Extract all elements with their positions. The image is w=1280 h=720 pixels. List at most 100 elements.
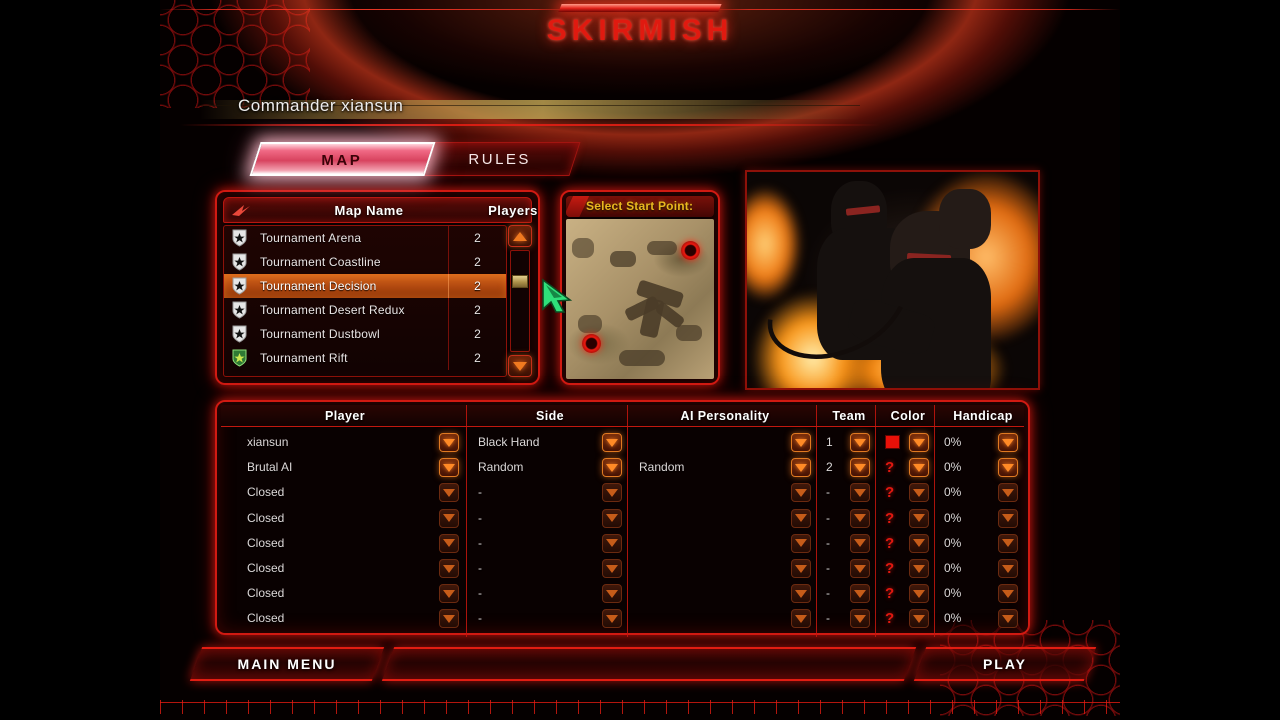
color-dropdown-button[interactable] [909,533,929,553]
player-cell-ai [639,480,793,505]
player-row[interactable]: Closed - -? 0% [221,506,1024,531]
scrollbar-thumb[interactable] [512,275,528,288]
ai-dropdown-button[interactable] [791,483,811,503]
scrollbar-track[interactable] [510,250,530,352]
player-row[interactable]: Closed - -? 0% [221,606,1024,631]
ai-dropdown-button[interactable] [791,559,811,578]
player-dropdown-button[interactable] [439,609,459,629]
handicap-dropdown-button[interactable] [998,458,1018,478]
chevron-down-icon [854,438,866,447]
ai-dropdown-button[interactable] [791,508,811,528]
team-dropdown-button[interactable] [850,508,870,528]
map-list-item[interactable]: Tournament Dustbowl 2 [224,322,506,346]
chevron-down-icon [913,589,925,598]
handicap-dropdown-button[interactable] [998,559,1018,578]
side-dropdown-button[interactable] [602,433,622,452]
team-dropdown-button[interactable] [850,533,870,553]
play-button[interactable]: PLAY [920,647,1090,681]
tab-rules[interactable]: RULES [419,142,581,176]
start-point-header: Select Start Point: [566,196,714,217]
player-cell-ai [639,556,793,581]
player-row[interactable]: Brutal AI Random Random 2? 0% [221,455,1024,480]
map-list-item[interactable]: Tournament Arena 2 [224,226,506,250]
player-cell-player: Brutal AI [247,460,293,475]
main-menu-button[interactable]: MAIN MENU [196,647,378,681]
map-list-scrollbar[interactable] [508,225,532,377]
side-dropdown-button[interactable] [602,483,622,503]
map-item-name: Tournament Desert Redux [260,303,405,317]
player-row[interactable]: Closed - -? 0% [221,556,1024,581]
handicap-dropdown-button[interactable] [998,433,1018,452]
color-dropdown-button[interactable] [909,559,929,578]
letterbox-right [1120,0,1280,720]
player-row[interactable]: xiansun Black Hand 1 0% [221,430,1024,455]
chevron-down-icon [443,488,455,497]
start-point-marker-2[interactable] [582,334,602,354]
map-item-players: 2 [448,274,506,298]
map-list-item[interactable]: Tournament Coastline 2 [224,250,506,274]
handicap-dropdown-button[interactable] [998,584,1018,604]
player-row[interactable]: Closed - -? 0% [221,480,1024,505]
scroll-down-icon[interactable] [508,355,532,377]
team-dropdown-button[interactable] [850,609,870,629]
shield-star-icon [224,229,254,247]
chevron-down-icon [795,539,807,548]
player-row[interactable]: Closed - -? 0% [221,531,1024,556]
player-dropdown-button[interactable] [439,559,459,578]
team-dropdown-button[interactable] [850,458,870,478]
map-preview[interactable] [566,219,714,379]
player-dropdown-button[interactable] [439,433,459,452]
map-list-item[interactable]: Tournament Desert Redux 2 [224,298,506,322]
color-dropdown-button[interactable] [909,508,929,528]
player-row[interactable]: Closed - -? 0% [221,581,1024,606]
scroll-up-icon[interactable] [508,225,532,247]
team-dropdown-button[interactable] [850,433,870,452]
side-dropdown-button[interactable] [602,584,622,604]
player-cell-team: - [826,586,830,601]
handicap-dropdown-button[interactable] [998,609,1018,629]
side-dropdown-button[interactable] [602,458,622,478]
side-dropdown-button[interactable] [602,533,622,553]
chevron-down-icon [795,589,807,598]
color-dropdown-button[interactable] [909,433,929,452]
team-dropdown-button[interactable] [850,584,870,604]
map-list[interactable]: Tournament Arena 2 Tournament Coastline 2 To… [223,225,507,377]
chevron-down-icon [606,564,618,573]
ai-dropdown-button[interactable] [791,533,811,553]
map-col-name: Map Name [334,203,404,218]
ai-dropdown-button[interactable] [791,584,811,604]
side-dropdown-button[interactable] [602,609,622,629]
handicap-dropdown-button[interactable] [998,533,1018,553]
handicap-dropdown-button[interactable] [998,483,1018,503]
color-dropdown-button[interactable] [909,609,929,629]
color-dropdown-button[interactable] [909,483,929,503]
player-dropdown-button[interactable] [439,483,459,503]
team-dropdown-button[interactable] [850,559,870,578]
team-dropdown-button[interactable] [850,483,870,503]
player-dropdown-button[interactable] [439,458,459,478]
chevron-down-icon [854,514,866,523]
start-point-marker-1[interactable] [681,241,701,261]
ai-dropdown-button[interactable] [791,609,811,629]
color-dropdown-button[interactable] [909,584,929,604]
player-dropdown-button[interactable] [439,584,459,604]
chevron-down-icon [795,564,807,573]
map-list-item[interactable]: Tournament Rift 2 [224,346,506,370]
commander-name: Commander xiansun [238,96,404,115]
player-dropdown-button[interactable] [439,508,459,528]
player-col-player: Player [325,409,365,423]
chevron-down-icon [913,463,925,472]
handicap-dropdown-button[interactable] [998,508,1018,528]
color-dropdown-button[interactable] [909,458,929,478]
chevron-down-icon [443,438,455,447]
player-cell-ai [639,506,793,531]
chevron-down-icon [1002,488,1014,497]
side-dropdown-button[interactable] [602,559,622,578]
map-list-item[interactable]: Tournament Decision 2 [224,274,506,298]
ai-dropdown-button[interactable] [791,458,811,478]
side-dropdown-button[interactable] [602,508,622,528]
chevron-down-icon [854,463,866,472]
ai-dropdown-button[interactable] [791,433,811,452]
tab-map[interactable]: MAP [249,142,436,176]
player-dropdown-button[interactable] [439,533,459,553]
